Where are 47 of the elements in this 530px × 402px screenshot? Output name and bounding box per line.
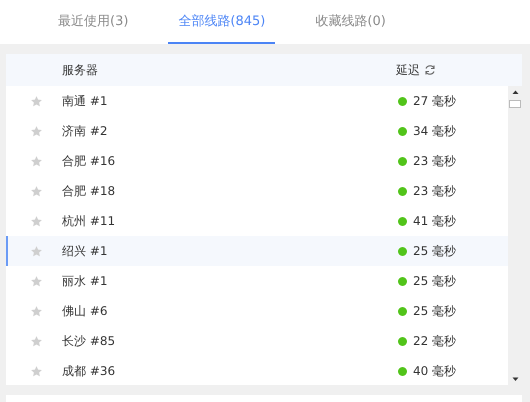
server-row[interactable]: 济南 #2 34 毫秒 <box>6 116 508 146</box>
server-row[interactable]: 南通 #1 27 毫秒 <box>6 86 508 116</box>
server-row[interactable]: 合肥 #16 23 毫秒 <box>6 146 508 176</box>
star-icon[interactable] <box>30 154 43 168</box>
latency-value: 27 毫秒 <box>413 92 456 110</box>
latency-value: 41 毫秒 <box>413 212 456 230</box>
latency-value: 22 毫秒 <box>413 332 456 350</box>
column-header: 延迟 <box>396 62 420 78</box>
server-name: 合肥 #16 <box>62 152 116 170</box>
server-row[interactable]: 丽水 #1 25 毫秒 <box>6 266 508 296</box>
server-name: 南通 #1 <box>62 92 109 110</box>
latency-value: 25 毫秒 <box>413 302 456 320</box>
star-icon[interactable] <box>30 214 43 228</box>
refresh-icon[interactable] <box>424 64 436 76</box>
column-header: 服务器 <box>62 62 99 78</box>
server-name: 绍兴 #1 <box>62 242 109 260</box>
star-icon[interactable] <box>30 304 43 318</box>
server-name: 长沙 #85 <box>62 332 116 350</box>
server-row[interactable]: 佛山 #6 25 毫秒 <box>6 296 508 326</box>
latency-value: 23 毫秒 <box>413 152 456 170</box>
latency-value: 25 毫秒 <box>413 272 456 290</box>
server-row[interactable]: 杭州 #11 41 毫秒 <box>6 206 508 236</box>
server-name: 合肥 #18 <box>62 182 116 200</box>
star-icon[interactable] <box>30 364 43 378</box>
latency-value: 40 毫秒 <box>413 362 456 380</box>
server-row[interactable]: 合肥 #18 23 毫秒 <box>6 176 508 206</box>
star-icon[interactable] <box>30 244 43 258</box>
server-name: 丽水 #1 <box>62 272 109 290</box>
server-name: 成都 #36 <box>62 362 116 380</box>
star-icon[interactable] <box>30 124 43 138</box>
latency-value: 34 毫秒 <box>413 122 456 140</box>
latency-value: 25 毫秒 <box>413 242 456 260</box>
server-name: 佛山 #6 <box>62 302 109 320</box>
star-icon[interactable] <box>30 334 43 348</box>
scroll-thumb[interactable] <box>509 100 521 108</box>
tab[interactable]: 收藏线路(0) <box>305 0 396 44</box>
server-row[interactable]: 长沙 #85 22 毫秒 <box>6 326 508 356</box>
star-icon[interactable] <box>30 184 43 198</box>
star-icon[interactable] <box>30 94 43 108</box>
tab[interactable]: 全部线路(845) <box>168 0 276 44</box>
server-row[interactable]: 成都 #36 40 毫秒 <box>6 356 508 385</box>
server-name: 杭州 #11 <box>62 212 116 230</box>
tab[interactable]: 最近使用(3) <box>48 0 138 44</box>
server-row[interactable]: 绍兴 #1 25 毫秒 <box>6 236 508 266</box>
latency-value: 23 毫秒 <box>413 182 456 200</box>
star-icon[interactable] <box>30 274 43 288</box>
server-name: 济南 #2 <box>62 122 109 140</box>
